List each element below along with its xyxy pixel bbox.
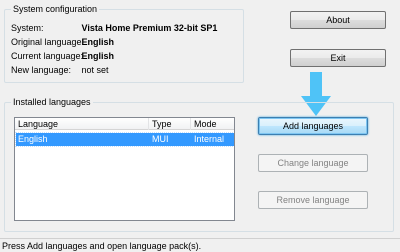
info-row-new-language: New language: not set	[11, 64, 109, 76]
new-language-value: not set	[81, 65, 109, 75]
column-header-type[interactable]: Type	[149, 118, 191, 130]
remove-language-button[interactable]: Remove language	[258, 191, 368, 209]
current-language-label: Current language:	[11, 51, 84, 61]
new-language-label: New language:	[11, 65, 72, 75]
cell-mode: Internal	[194, 134, 225, 144]
change-language-button[interactable]: Change language	[258, 154, 368, 172]
list-header: Language Type Mode	[15, 118, 234, 130]
info-row-system: System: Vista Home Premium 32-bit SP1	[11, 22, 217, 34]
system-configuration-group: System configuration System: Vista Home …	[4, 4, 244, 83]
exit-button[interactable]: Exit	[290, 49, 386, 67]
cell-language: English	[18, 134, 48, 144]
column-header-language[interactable]: Language	[15, 118, 149, 130]
add-languages-button[interactable]: Add languages	[258, 117, 368, 135]
status-bar: Press Add languages and open language pa…	[0, 238, 400, 252]
original-language-value: English	[81, 37, 115, 47]
installed-languages-title: Installed languages	[11, 97, 93, 108]
info-row-current-language: Current language: English	[11, 50, 114, 62]
info-row-original-language: Original language: English	[11, 36, 114, 48]
cell-type: MUI	[152, 134, 169, 144]
original-language-label: Original language:	[11, 37, 85, 47]
list-item-english[interactable]: English MUI Internal	[15, 132, 234, 147]
installed-languages-list[interactable]: Language Type Mode English MUI Internal	[14, 117, 235, 221]
system-label: System:	[11, 23, 44, 33]
current-language-value: English	[81, 51, 115, 61]
system-value: Vista Home Premium 32-bit SP1	[81, 23, 218, 33]
column-header-mode[interactable]: Mode	[191, 118, 234, 130]
status-text: Press Add languages and open language pa…	[2, 241, 202, 251]
about-button[interactable]: About	[290, 11, 386, 29]
system-configuration-title: System configuration	[11, 4, 100, 15]
